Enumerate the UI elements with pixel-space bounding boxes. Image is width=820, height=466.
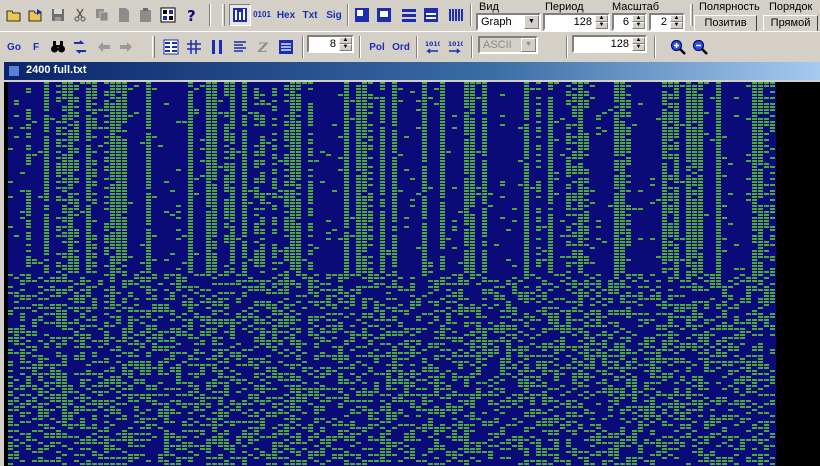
sig-label: Sig: [326, 9, 342, 21]
view-select[interactable]: Graph ▼: [476, 13, 541, 31]
encoding-select: ASCII ▼: [478, 36, 538, 54]
polarity-label: Полярность: [699, 1, 760, 13]
scale-value-1: 6: [622, 16, 629, 28]
offset-value: 128: [610, 38, 629, 50]
grid-icon[interactable]: [183, 36, 205, 58]
toolbar-separator: [209, 4, 211, 26]
encoding-value: ASCII: [483, 39, 512, 51]
italic-z-icon[interactable]: Z: [252, 36, 274, 58]
scale-spin-2[interactable]: ▲ ▼: [670, 15, 683, 29]
chevron-down-icon: ▼: [521, 38, 536, 52]
toolbar-grip: [222, 4, 225, 26]
save-icon[interactable]: [47, 4, 69, 26]
order-button[interactable]: Прямой: [763, 15, 818, 32]
toolbar-separator: [347, 4, 349, 26]
period-stepper[interactable]: 128 ▲ ▼: [543, 13, 610, 31]
document-window: 2400 full.txt: [4, 62, 820, 466]
offset-spin[interactable]: ▲ ▼: [632, 37, 645, 51]
layout-4-icon[interactable]: [420, 4, 442, 26]
columns-view-icon[interactable]: [160, 36, 182, 58]
toolbar-separator: [654, 36, 656, 58]
open-recent-icon[interactable]: [25, 4, 47, 26]
period-spin[interactable]: ▲ ▼: [595, 15, 608, 29]
toolbar-separator: [302, 36, 304, 58]
width-value: 8: [329, 38, 336, 50]
align-left-icon[interactable]: [229, 36, 251, 58]
copy-icon[interactable]: [91, 4, 113, 26]
shift-left-icon[interactable]: 1010: [421, 36, 443, 58]
layout-1-icon[interactable]: [351, 4, 373, 26]
zoom-in-icon[interactable]: [667, 36, 689, 58]
open-icon[interactable]: [3, 4, 25, 26]
svg-text:1010: 1010: [448, 41, 463, 48]
find-button[interactable]: F: [25, 36, 47, 58]
new-file-icon[interactable]: [113, 4, 135, 26]
polarity-button[interactable]: Позитив: [694, 15, 757, 32]
chevron-down-icon[interactable]: ▼: [524, 15, 539, 29]
view-graph-button[interactable]: [229, 4, 251, 26]
paste-icon[interactable]: [135, 4, 157, 26]
find-label: F: [32, 41, 40, 53]
bit-graph-view[interactable]: [4, 82, 820, 466]
hex-label: Hex: [276, 9, 296, 21]
period-value: 128: [573, 16, 592, 28]
scale-label: Масштаб: [612, 1, 660, 13]
period-label: Период: [545, 1, 584, 13]
toolbar-grip: [152, 36, 155, 58]
search-binoculars-icon[interactable]: [47, 36, 69, 58]
view-text-button[interactable]: Txt: [298, 4, 322, 26]
toolbar-separator: [471, 36, 473, 58]
width-spin[interactable]: ▲ ▼: [339, 37, 352, 51]
offset-stepper[interactable]: 128 ▲ ▼: [572, 35, 647, 53]
pol-label: Pol: [369, 41, 385, 53]
toolbar-grip: [690, 4, 693, 26]
scale-spin-1[interactable]: ▲ ▼: [632, 15, 645, 29]
back-arrow-icon[interactable]: [93, 36, 115, 58]
properties-icon[interactable]: [157, 4, 179, 26]
scale-value-2: 2: [660, 16, 667, 28]
toolbar-separator: [566, 36, 568, 58]
order-label: Порядок: [769, 1, 813, 13]
document-title-bar[interactable]: 2400 full.txt: [4, 62, 820, 80]
layout-5-icon[interactable]: [445, 4, 467, 26]
zoom-out-icon[interactable]: [689, 36, 711, 58]
document-icon: [8, 65, 20, 77]
pol-button[interactable]: Pol: [365, 36, 389, 58]
layout-3-icon[interactable]: [398, 4, 420, 26]
view-binary-button[interactable]: 0101: [251, 4, 273, 26]
cut-icon[interactable]: [69, 4, 91, 26]
width-stepper[interactable]: 8 ▲ ▼: [307, 35, 354, 53]
layout-2-icon[interactable]: [373, 4, 395, 26]
binary-label: 0101: [253, 10, 271, 19]
toolbar-separator: [359, 36, 361, 58]
view-hex-button[interactable]: Hex: [274, 4, 298, 26]
scale-stepper-1[interactable]: 6 ▲ ▼: [612, 13, 647, 31]
toolbar-separator: [470, 4, 472, 26]
help-icon[interactable]: ?: [181, 4, 203, 26]
svg-text:Z: Z: [257, 41, 268, 55]
vertical-bars-icon[interactable]: [206, 36, 228, 58]
secondary-toolbar: Go F Z 8 ▲ ▼ Pol Ord 1010 1010 ASCII ▼ 1…: [0, 31, 820, 62]
txt-label: Txt: [302, 9, 318, 21]
scale-stepper-2[interactable]: 2 ▲ ▼: [649, 13, 685, 31]
forward-arrow-icon[interactable]: [115, 36, 137, 58]
go-button[interactable]: Go: [3, 36, 25, 58]
view-sig-button[interactable]: Sig: [322, 4, 346, 26]
ord-button[interactable]: Ord: [389, 36, 413, 58]
toolbar-separator: [416, 36, 418, 58]
view-label: Вид: [479, 1, 499, 13]
bit-graph-canvas[interactable]: [8, 82, 778, 466]
ord-label: Ord: [392, 41, 410, 53]
go-label: Go: [7, 41, 21, 53]
shift-right-icon[interactable]: 1010: [444, 36, 466, 58]
view-select-value: Graph: [481, 16, 512, 28]
text-block-icon[interactable]: [275, 36, 297, 58]
svg-text:1010: 1010: [425, 41, 440, 48]
find-replace-icon[interactable]: [69, 36, 91, 58]
main-toolbar: ? 0101 Hex Txt Sig Вид Graph ▼ Период 12…: [0, 0, 820, 32]
document-title: 2400 full.txt: [26, 64, 87, 76]
svg-text:?: ?: [187, 7, 196, 23]
